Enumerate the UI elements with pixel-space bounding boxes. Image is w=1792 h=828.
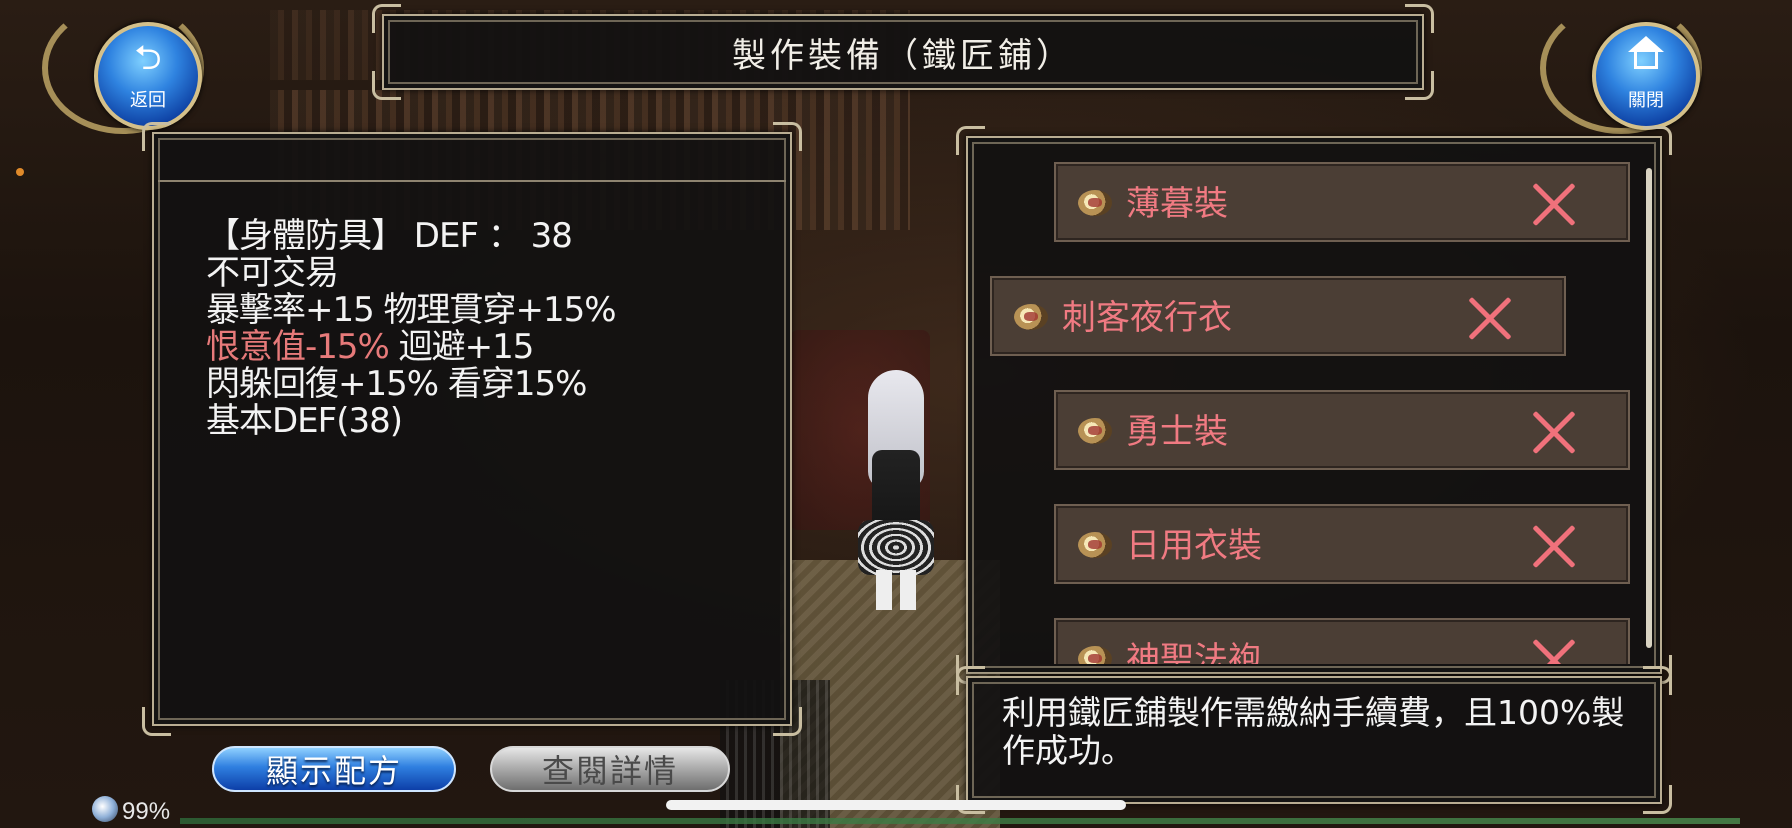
back-button-wrap: ⮌ 返回 (42, 2, 212, 136)
back-button[interactable]: ⮌ 返回 (94, 22, 202, 130)
recipe-item[interactable]: 神聖法袍 (1054, 618, 1630, 664)
recipe-item[interactable]: 薄暮裝 (1054, 162, 1630, 242)
notification-dot (16, 168, 24, 176)
stat-line: 基本DEF(38) (206, 401, 403, 441)
unavailable-x-icon (1530, 522, 1578, 570)
recipe-item[interactable]: 日用衣裝 (1054, 504, 1630, 584)
close-button[interactable]: 關閉 (1592, 22, 1700, 130)
scroll-icon (1078, 532, 1112, 558)
home-icon (1626, 36, 1666, 76)
title-bar: 製作裝備（鐵匠鋪） (372, 4, 1434, 100)
recipe-list[interactable]: 薄暮裝 刺客夜行衣 勇士裝 日用衣裝 神聖法袍 (968, 152, 1648, 664)
back-button-label: 返回 (130, 90, 166, 111)
unavailable-x-icon (1530, 636, 1578, 664)
stat-line: 暴擊率+15 物理貫穿+15% (206, 290, 617, 330)
home-indicator[interactable] (666, 800, 1126, 810)
unavailable-x-icon (1530, 180, 1578, 228)
divider (158, 180, 786, 182)
list-scrollbar[interactable] (1646, 168, 1652, 648)
recipe-name: 刺客夜行衣 (1062, 298, 1232, 338)
scroll-icon (1014, 304, 1048, 330)
recipe-name: 勇士裝 (1126, 412, 1228, 452)
negative-stat: 恨意值-15% (206, 327, 390, 367)
stat-line: 不可交易 (206, 253, 339, 293)
undo-arrow-icon: ⮌ (134, 38, 162, 78)
item-info-panel: 【身體防具】 DEF ： 38 不可交易 暴擊率+15 物理貫穿+15% 恨意值-15… (142, 122, 802, 736)
stat-text: 迴避+15 (388, 327, 535, 367)
recipe-name: 日用衣裝 (1126, 526, 1262, 566)
close-button-label: 關閉 (1628, 90, 1664, 111)
page-title: 製作裝備（鐵匠鋪） (732, 35, 1074, 76)
scroll-icon (1078, 418, 1112, 444)
scroll-icon (1078, 190, 1112, 216)
recipe-name: 神聖法袍 (1126, 640, 1262, 664)
view-details-button[interactable]: 查閱詳情 (490, 746, 730, 792)
show-recipe-button[interactable]: 顯示配方 (212, 746, 456, 792)
exp-bar (180, 818, 1740, 824)
close-button-wrap: 關閉 (1530, 2, 1702, 136)
recipe-name: 薄暮裝 (1126, 184, 1228, 224)
unavailable-x-icon (1466, 294, 1514, 342)
recipe-item[interactable]: 勇士裝 (1054, 390, 1630, 470)
unavailable-x-icon (1530, 408, 1578, 456)
stat-line: 【身體防具】 DEF ： 38 (206, 216, 573, 256)
battery-level: 99% (122, 798, 171, 825)
description-panel: 利用鐵匠鋪製作需繳納手續費，且100%製作成功。 (956, 666, 1672, 814)
description-text: 利用鐵匠鋪製作需繳納手續費，且100%製作成功。 (1002, 693, 1625, 770)
player-character (850, 370, 940, 610)
battery-orb-icon (92, 796, 118, 822)
recipe-list-panel: 薄暮裝 刺客夜行衣 勇士裝 日用衣裝 神聖法袍 (956, 126, 1672, 684)
recipe-item-selected[interactable]: 刺客夜行衣 (990, 276, 1566, 356)
scroll-icon (1078, 646, 1112, 664)
stat-line: 閃躲回復+15% 看穿15% (206, 364, 587, 404)
item-stats: 【身體防具】 DEF ： 38 不可交易 暴擊率+15 物理貫穿+15% 恨意值-15… (206, 216, 617, 441)
stat-line: 恨意值-15% 迴避+15 (206, 329, 616, 366)
